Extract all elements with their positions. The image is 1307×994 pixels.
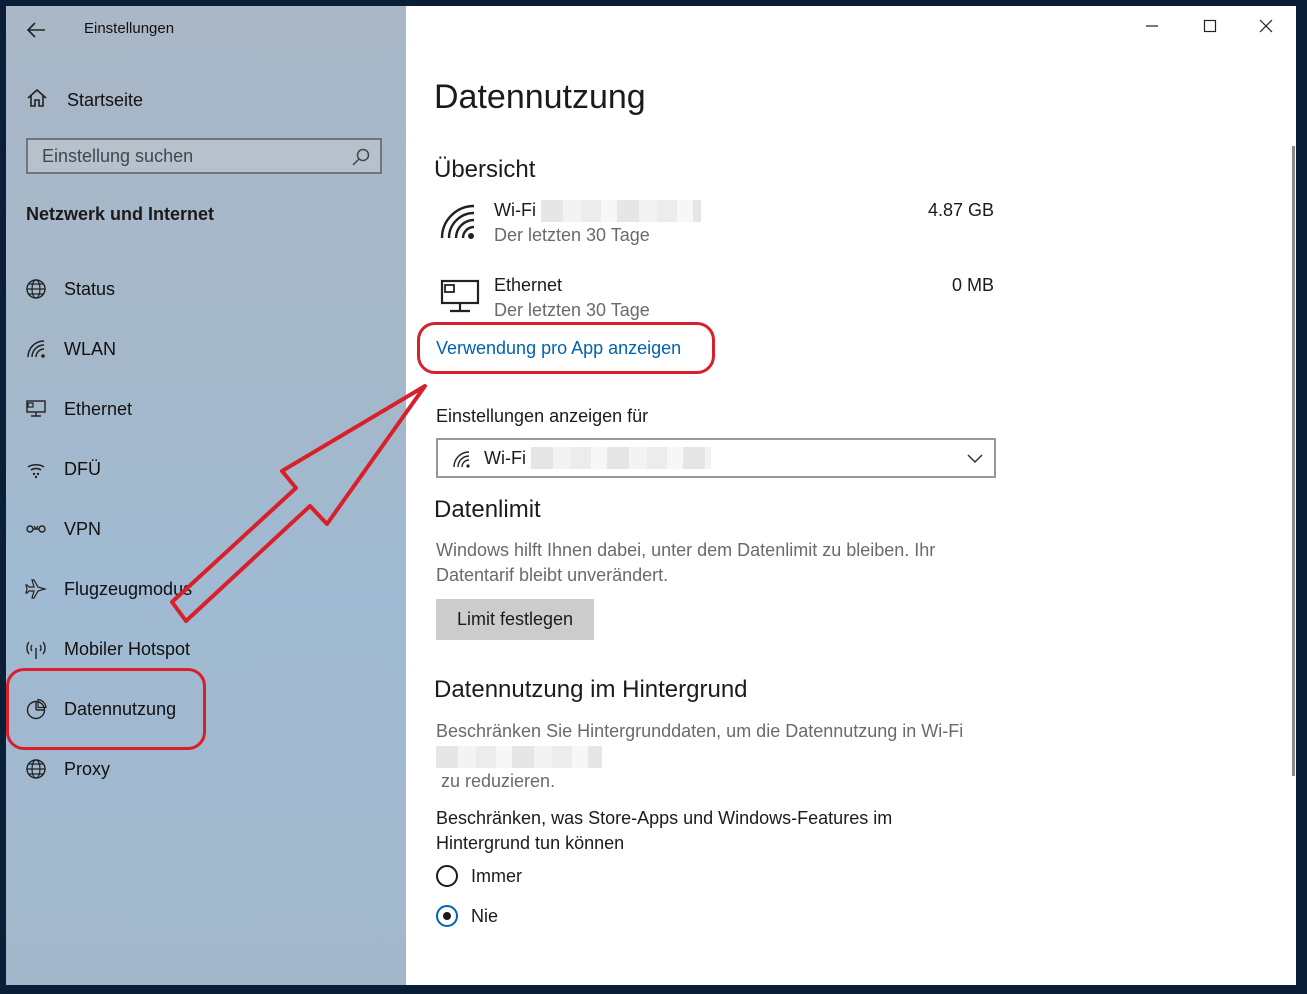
redacted-ssid [541,200,701,223]
connection-period: Der letzten 30 Tage [494,225,650,245]
sidebar-item-label: Mobiler Hotspot [64,638,191,659]
wifi-icon [24,337,48,361]
background-data-description: Beschränken Sie Hintergrunddaten, um die… [436,721,964,791]
wifi-icon [452,450,472,468]
sidebar-item-label: Proxy [64,758,111,779]
network-select-value: Wi-Fi [484,447,711,469]
sidebar-item-label: Status [64,278,116,299]
connection-name: Wi-Fi [494,200,701,223]
home-icon [26,87,48,114]
sidebar-item-label: VPN [64,518,102,539]
sidebar-home[interactable]: Startseite [26,86,143,114]
dialup-icon [24,457,48,481]
connection-amount: 4.87 GB [927,200,994,220]
radio-label: Nie [471,905,499,926]
network-select[interactable]: Wi-Fi [436,438,996,478]
sidebar-section-title: Netzwerk und Internet [26,204,215,224]
overview-heading: Übersicht [434,156,536,183]
vpn-icon [24,517,48,541]
connection-period: Der letzten 30 Tage [494,300,650,320]
background-data-heading: Datennutzung im Hintergrund [434,676,748,703]
radio-label: Immer [471,865,522,886]
sidebar-item-hotspot[interactable]: Mobiler Hotspot [24,634,190,664]
sidebar-item-wlan[interactable]: WLAN [24,334,116,364]
hotspot-icon [24,637,48,661]
sidebar-item-label: DFÜ [64,458,101,479]
search-icon[interactable] [351,147,371,167]
restrict-label: Beschränken, was Store-Apps und Windows-… [436,808,893,853]
settings-window: Einstellungen Startseite Netzwerk und In… [6,6,1296,985]
page-title: Datennutzung [434,78,646,116]
set-limit-button[interactable]: Limit festlegen [436,599,594,640]
sidebar-item-ethernet[interactable]: Ethernet [24,394,132,424]
redacted-ssid [531,447,711,469]
radio-always[interactable]: Immer [436,865,522,887]
settings-for-label: Einstellungen anzeigen für [436,406,649,426]
back-arrow-icon[interactable] [24,18,48,42]
redacted-ssid [436,746,602,769]
sidebar-item-label: Flugzeugmodus [64,578,193,599]
sidebar-item-airplane[interactable]: Flugzeugmodus [24,574,192,604]
search-input[interactable] [28,140,342,172]
main-content: Datennutzung Übersicht Wi-Fi Der letzten… [406,6,1296,985]
radio-never[interactable]: Nie [436,905,498,927]
data-limit-description: Windows hilft Ihnen dabei, unter dem Dat… [436,540,936,585]
sidebar-item-proxy[interactable]: Proxy [24,754,110,784]
connection-amount: 0 MB [951,275,994,295]
home-label: Startseite [67,89,144,110]
sidebar-item-dialup[interactable]: DFÜ [24,454,101,484]
radio-button-checked[interactable] [436,905,458,927]
ethernet-icon [438,277,480,317]
sidebar: Einstellungen Startseite Netzwerk und In… [6,6,406,985]
sidebar-item-vpn[interactable]: VPN [24,514,101,544]
airplane-icon [24,577,48,601]
connection-name: Ethernet [494,275,563,295]
status-globe-icon [24,277,48,301]
ethernet-icon [24,397,48,421]
wifi-icon [438,202,478,242]
search-box[interactable] [26,138,382,174]
annotation-highlight-sidebar [6,668,206,750]
data-limit-heading: Datenlimit [434,496,541,523]
sidebar-item-label: Ethernet [64,398,133,419]
proxy-globe-icon [24,757,48,781]
sidebar-item-status[interactable]: Status [24,274,115,304]
radio-button-unchecked[interactable] [436,865,458,887]
usage-row-wifi: Wi-Fi Der letzten 30 Tage 4.87 GB [434,200,994,256]
chevron-down-icon [966,451,984,465]
sidebar-item-label: WLAN [64,338,117,359]
app-title: Einstellungen [84,20,175,37]
annotation-highlight-link [417,322,715,374]
